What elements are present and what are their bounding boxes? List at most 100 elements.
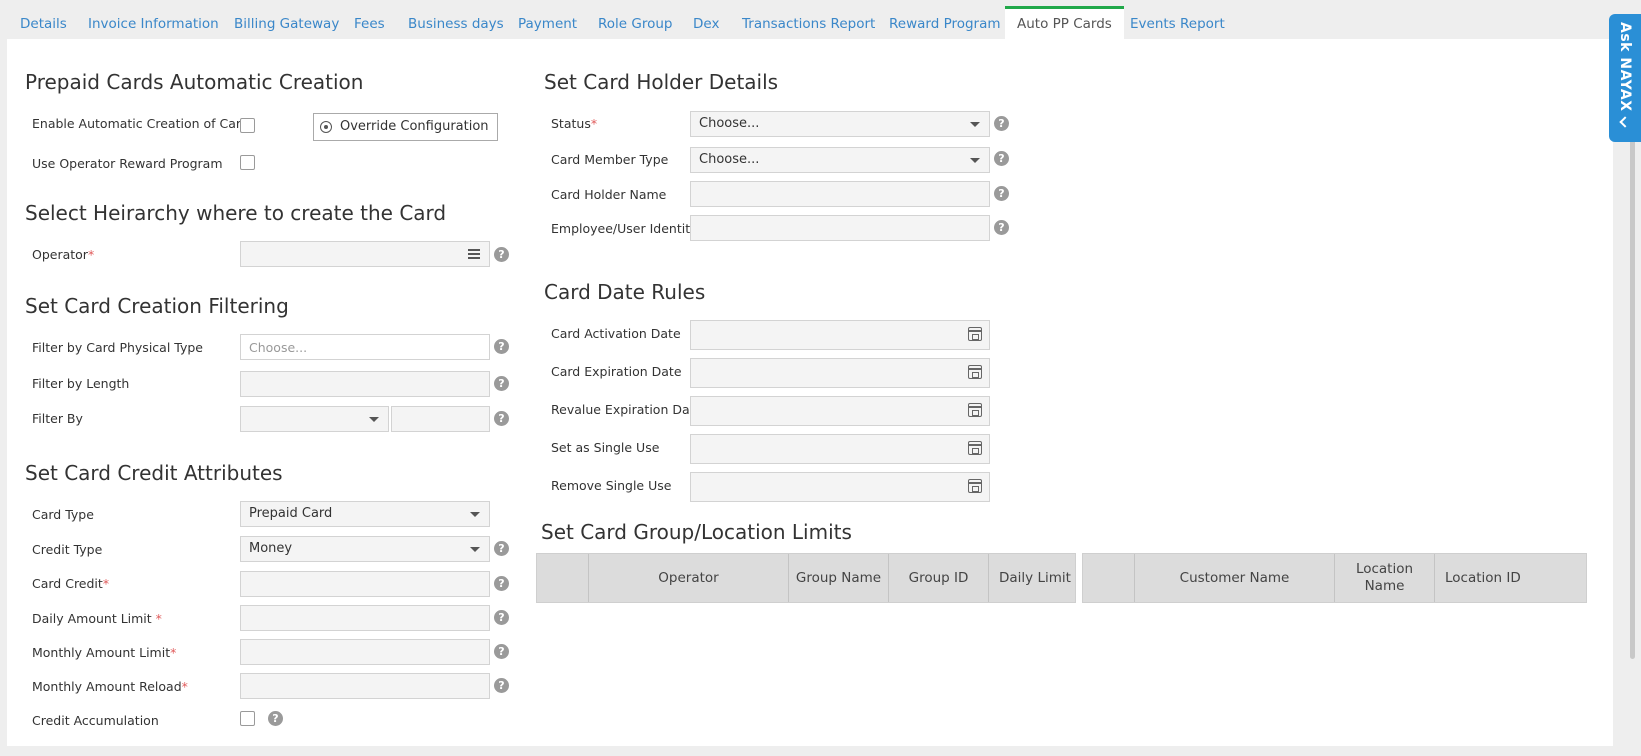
group-limits-grid-header: Operator Group Name Group ID Daily Limit bbox=[536, 553, 1076, 603]
calendar-icon[interactable] bbox=[968, 479, 982, 493]
monthly-limit-help-icon[interactable]: ? bbox=[494, 644, 509, 659]
member-type-select[interactable]: Choose... bbox=[690, 147, 990, 173]
operator-help-icon[interactable]: ? bbox=[494, 247, 509, 262]
grid-column-group-id[interactable]: Group ID bbox=[889, 554, 989, 602]
activation-date-label: Card Activation Date bbox=[551, 326, 681, 341]
grid-column-group-name[interactable]: Group Name bbox=[789, 554, 889, 602]
monthly-limit-input[interactable] bbox=[240, 639, 490, 665]
tab-auto-pp-cards[interactable]: Auto PP Cards bbox=[1005, 6, 1124, 40]
calendar-icon[interactable] bbox=[968, 327, 982, 341]
calendar-icon[interactable] bbox=[968, 441, 982, 455]
card-type-value: Prepaid Card bbox=[249, 506, 333, 521]
credit-title: Set Card Credit Attributes bbox=[25, 461, 283, 485]
ask-nayax-label: Ask NAYAX bbox=[1617, 22, 1633, 112]
holder-name-help-icon[interactable]: ? bbox=[994, 186, 1009, 201]
filter-by-label: Filter By bbox=[32, 411, 83, 426]
monthly-reload-input[interactable] bbox=[240, 673, 490, 699]
chevron-down-icon bbox=[970, 158, 980, 163]
filter-by-value-input[interactable] bbox=[391, 406, 490, 432]
member-type-help-icon[interactable]: ? bbox=[994, 151, 1009, 166]
remove-single-use-label: Remove Single Use bbox=[551, 478, 672, 493]
credit-type-select[interactable]: Money bbox=[240, 536, 490, 562]
card-credit-input[interactable] bbox=[240, 571, 490, 597]
daily-limit-input[interactable] bbox=[240, 605, 490, 631]
monthly-reload-label: Monthly Amount Reload* bbox=[32, 679, 188, 694]
tab-invoice-information[interactable]: Invoice Information bbox=[88, 6, 219, 39]
chevron-down-icon bbox=[470, 512, 480, 517]
grid-column-operator[interactable]: Operator bbox=[589, 554, 789, 602]
grid-column-customer-name[interactable]: Customer Name bbox=[1135, 554, 1335, 602]
status-select[interactable]: Choose... bbox=[690, 111, 990, 137]
grid-column-daily-limit[interactable]: Daily Limit bbox=[989, 554, 1075, 602]
daily-limit-help-icon[interactable]: ? bbox=[494, 610, 509, 625]
enable-auto-creation-label: Enable Automatic Creation of Cards bbox=[32, 116, 256, 131]
chevron-down-icon bbox=[369, 417, 379, 422]
tab-events-report[interactable]: Events Report bbox=[1130, 6, 1225, 39]
grid-column-location-id[interactable]: Location ID bbox=[1435, 554, 1586, 602]
expiration-date-input[interactable] bbox=[690, 358, 990, 388]
length-help-icon[interactable]: ? bbox=[494, 376, 509, 391]
chevron-down-icon bbox=[470, 547, 480, 552]
card-credit-help-icon[interactable]: ? bbox=[494, 576, 509, 591]
identity-help-icon[interactable]: ? bbox=[994, 220, 1009, 235]
reward-program-checkbox[interactable] bbox=[240, 155, 255, 170]
card-type-select[interactable]: Prepaid Card bbox=[240, 501, 490, 527]
credit-type-help-icon[interactable]: ? bbox=[494, 541, 509, 556]
reward-program-label: Use Operator Reward Program bbox=[32, 156, 223, 171]
grid-select-column[interactable] bbox=[537, 554, 589, 602]
tab-reward-program[interactable]: Reward Program bbox=[889, 6, 1001, 39]
physical-type-help-icon[interactable]: ? bbox=[494, 339, 509, 354]
override-configuration-button[interactable]: Override Configuration bbox=[313, 113, 498, 141]
chevron-left-icon bbox=[1619, 116, 1631, 128]
filter-by-help-icon[interactable]: ? bbox=[494, 411, 509, 426]
operator-picker[interactable] bbox=[240, 241, 490, 267]
override-configuration-label: Override Configuration bbox=[340, 119, 489, 134]
credit-type-value: Money bbox=[249, 541, 293, 556]
holder-name-label: Card Holder Name bbox=[551, 187, 667, 202]
enable-auto-creation-checkbox[interactable] bbox=[240, 118, 255, 133]
operator-label: Operator* bbox=[32, 247, 95, 262]
tab-bar: Details Invoice Information Billing Gate… bbox=[0, 0, 1641, 40]
card-type-label: Card Type bbox=[32, 507, 94, 522]
expiration-date-label: Card Expiration Date bbox=[551, 364, 682, 379]
physical-type-input[interactable] bbox=[240, 334, 490, 360]
daily-limit-label: Daily Amount Limit * bbox=[32, 611, 162, 626]
tab-details[interactable]: Details bbox=[20, 6, 67, 39]
tab-fees[interactable]: Fees bbox=[354, 6, 385, 39]
calendar-icon[interactable] bbox=[968, 403, 982, 417]
grid-column-location-name[interactable]: Location Name bbox=[1335, 554, 1435, 602]
list-icon[interactable] bbox=[468, 249, 480, 259]
tab-dex[interactable]: Dex bbox=[693, 6, 719, 39]
ask-nayax-tab[interactable]: Ask NAYAX bbox=[1609, 14, 1641, 142]
holder-name-input[interactable] bbox=[690, 181, 990, 207]
hierarchy-title: Select Heirarchy where to create the Car… bbox=[25, 201, 447, 225]
tab-payment[interactable]: Payment bbox=[518, 6, 577, 39]
remove-single-use-input[interactable] bbox=[690, 472, 990, 502]
tab-transactions-report[interactable]: Transactions Report bbox=[742, 6, 875, 39]
monthly-reload-help-icon[interactable]: ? bbox=[494, 678, 509, 693]
tab-role-group[interactable]: Role Group bbox=[598, 6, 672, 39]
location-limits-grid-header: Customer Name Location Name Location ID bbox=[1082, 553, 1587, 603]
limits-title: Set Card Group/Location Limits bbox=[541, 520, 852, 544]
monthly-limit-label: Monthly Amount Limit* bbox=[32, 645, 177, 660]
activation-date-input[interactable] bbox=[690, 320, 990, 350]
single-use-label: Set as Single Use bbox=[551, 440, 660, 455]
grid-select-column[interactable] bbox=[1083, 554, 1135, 602]
length-input[interactable] bbox=[240, 371, 490, 397]
revalue-expiration-input[interactable] bbox=[690, 396, 990, 426]
auto-creation-title: Prepaid Cards Automatic Creation bbox=[25, 70, 364, 94]
identity-input[interactable] bbox=[690, 215, 990, 241]
calendar-icon[interactable] bbox=[968, 365, 982, 379]
tab-billing-gateway[interactable]: Billing Gateway bbox=[234, 6, 339, 39]
member-type-label: Card Member Type bbox=[551, 152, 669, 167]
status-label: Status* bbox=[551, 116, 598, 131]
credit-accumulation-checkbox[interactable] bbox=[240, 711, 255, 726]
filter-by-select[interactable] bbox=[240, 406, 389, 432]
status-help-icon[interactable]: ? bbox=[994, 116, 1009, 131]
credit-type-label: Credit Type bbox=[32, 542, 103, 557]
credit-accumulation-help-icon[interactable]: ? bbox=[268, 711, 283, 726]
status-value: Choose... bbox=[699, 116, 760, 131]
physical-type-label: Filter by Card Physical Type bbox=[32, 340, 203, 355]
tab-business-days[interactable]: Business days bbox=[408, 6, 504, 39]
single-use-input[interactable] bbox=[690, 434, 990, 464]
